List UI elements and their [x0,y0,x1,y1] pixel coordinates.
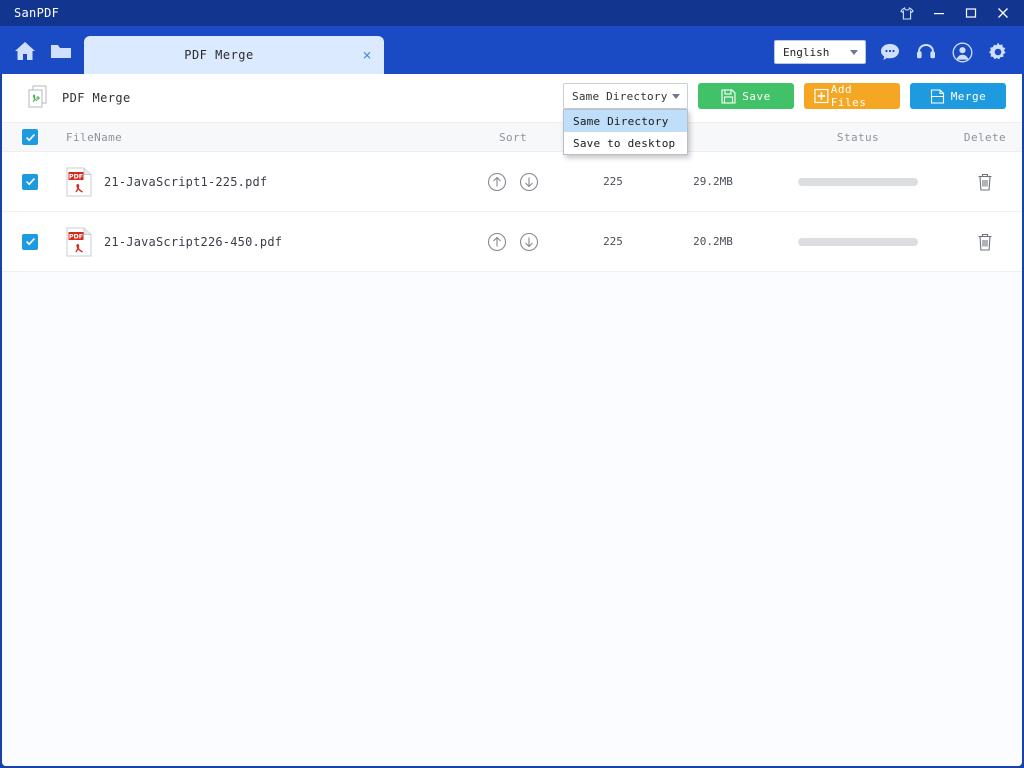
table-row[interactable]: PDF 21-JavaScript1-225.pdf 225 29.2MB [2,152,1022,212]
merge-button-label: Merge [950,89,987,103]
dropdown-option-same-directory[interactable]: Same Directory [564,110,687,132]
row-file-size: 20.2MB [693,235,733,248]
row-sort-cell [458,172,568,192]
row-checkbox[interactable] [2,173,58,190]
merge-button[interactable]: Merge [910,83,1006,109]
svg-text:PDF: PDF [69,232,83,240]
chevron-down-icon [672,93,680,99]
chevron-down-icon [850,49,858,55]
table-header: FileName Sort Status Delete [2,122,1022,152]
progress-bar [798,237,918,246]
toolbar-right-tools: English [774,40,1024,74]
select-all-checkbox[interactable] [2,129,58,145]
settings-icon[interactable] [986,40,1010,64]
language-select[interactable]: English [774,40,866,64]
window-controls [892,1,1018,25]
row-page-count: 225 [603,175,623,188]
move-up-icon[interactable] [487,172,507,192]
folder-icon[interactable] [48,38,74,64]
row-delete-cell [948,172,1022,192]
content-area: PDF Merge Same Directory Same Directory … [2,74,1022,766]
row-file-size: 29.2MB [693,175,733,188]
checkbox-checked-icon [22,129,38,145]
delete-icon[interactable] [976,232,994,252]
tab-pdf-merge[interactable]: PDF Merge × [84,36,384,74]
page-title: PDF Merge [62,91,131,105]
toolbar-left-icons [12,38,74,74]
output-directory-select[interactable]: Same Directory [563,83,688,109]
output-directory-menu: Same Directory Save to desktop [563,109,688,155]
row-sort-cell [458,232,568,252]
table-row[interactable]: PDF 21-JavaScript226-450.pdf 225 20.2MB [2,212,1022,272]
app-window: SanPDF PDF Merge × English PDF Merge Sam… [0,0,1024,768]
row-checkbox[interactable] [2,233,58,250]
progress-bar [798,177,918,186]
save-button-label: Save [742,89,771,103]
headset-icon[interactable] [914,40,938,64]
output-directory-value: Same Directory [572,89,668,103]
empty-list-area [2,272,1022,766]
language-value: English [783,45,830,59]
tab-close-icon[interactable]: × [354,36,380,74]
row-status-cell [768,237,948,246]
add-files-button-label: Add Files [830,83,867,109]
close-icon[interactable] [988,1,1018,25]
row-status-cell [768,177,948,186]
delete-icon[interactable] [976,172,994,192]
row-filename-cell: PDF 21-JavaScript226-450.pdf [58,227,458,257]
output-directory-dropdown[interactable]: Same Directory Same Directory Save to de… [563,83,688,155]
column-header-delete: Delete [963,130,1007,144]
svg-text:PDF: PDF [69,172,83,180]
add-files-button[interactable]: Add Files [804,83,900,109]
save-button[interactable]: Save [698,83,794,109]
row-filename-cell: PDF 21-JavaScript1-225.pdf [58,167,458,197]
dropdown-option-save-to-desktop[interactable]: Save to desktop [564,132,687,154]
skin-icon[interactable] [892,1,922,25]
row-filename: 21-JavaScript226-450.pdf [104,234,283,249]
app-title: SanPDF [14,6,60,20]
pdf-file-icon: PDF [66,227,92,257]
checkbox-checked-icon [22,233,38,250]
pdf-file-icon: PDF [66,167,92,197]
maximize-icon[interactable] [956,1,986,25]
row-page-count: 225 [603,235,623,248]
minimize-icon[interactable] [924,1,954,25]
account-icon[interactable] [950,40,974,64]
checkbox-checked-icon [22,173,38,190]
move-up-icon[interactable] [487,232,507,252]
home-icon[interactable] [12,38,38,64]
column-header-filename: FileName [66,130,123,144]
move-down-icon[interactable] [519,232,539,252]
move-down-icon[interactable] [519,172,539,192]
column-header-status: Status [836,130,880,144]
row-filename: 21-JavaScript1-225.pdf [104,174,268,189]
chat-icon[interactable] [878,40,902,64]
column-header-sort: Sort [498,130,528,144]
pdf-merge-icon [24,83,54,113]
row-delete-cell [948,232,1022,252]
action-bar: Same Directory Same Directory Save to de… [563,83,1006,155]
top-toolbar: PDF Merge × English [0,26,1024,74]
tab-label: PDF Merge [184,48,254,62]
title-bar: SanPDF [0,0,1024,26]
